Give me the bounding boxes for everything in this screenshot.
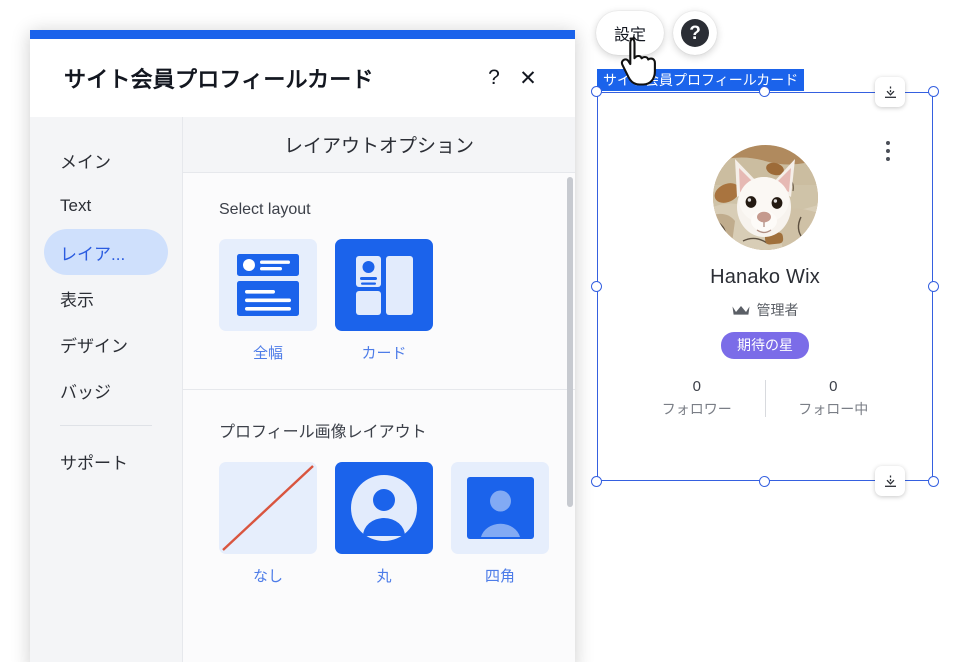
section-profile-image-layout: プロフィール画像レイアウト なし 丸 四角 — [183, 389, 575, 612]
resize-handle-top-right[interactable] — [928, 86, 939, 97]
sidebar-item-label: 表示 — [60, 290, 94, 310]
image-option-circle[interactable]: 丸 — [335, 462, 433, 586]
question-mark-icon: ? — [681, 19, 710, 47]
image-option-label: 四角 — [484, 568, 515, 585]
editor-canvas: 設定 ? サイト会員プロフィールカード Hanako Wix 管理者 期待の星 … — [575, 0, 966, 662]
profile-name: Hanako Wix — [710, 266, 820, 288]
sidebar-item-layout[interactable]: レイア... — [44, 229, 168, 275]
profile-stats: 0 フォロワー 0 フォロー中 — [629, 378, 901, 419]
settings-button[interactable]: 設定 — [596, 11, 665, 55]
dialog-accent-bar — [30, 30, 575, 39]
stat-following-value: 0 — [829, 377, 838, 395]
status-badge: 期待の星 — [721, 332, 809, 359]
selection-label: サイト会員プロフィールカード — [597, 69, 805, 91]
sidebar-item-display[interactable]: 表示 — [44, 275, 168, 321]
layout-options: 全幅 カード — [183, 239, 575, 389]
content-scrollbar[interactable] — [567, 177, 573, 507]
full-width-layout-thumb — [219, 239, 317, 331]
page-title: サイト会員プロフィールカード — [64, 67, 374, 92]
resize-handle-bottom-left[interactable] — [591, 476, 602, 487]
section-title: プロフィール画像レイアウト — [219, 424, 427, 441]
card-layout-thumb — [335, 239, 433, 331]
sidebar-item-badge[interactable]: バッジ — [44, 367, 168, 413]
dialog-body: メイン Text レイア... 表示 デザイン バッジ サポート レイアウトオプ… — [30, 117, 575, 662]
resize-handle-middle-right[interactable] — [928, 280, 939, 292]
layout-option-label: カード — [361, 345, 407, 362]
stat-followers-value: 0 — [692, 377, 701, 395]
sidebar-item-design[interactable]: デザイン — [44, 321, 168, 367]
dialog-content: レイアウトオプション Select layout 全幅 カード プロフィール画像… — [182, 117, 575, 662]
settings-dialog: サイト会員プロフィールカード ? ✕ メイン Text レイア... 表示 デザ… — [30, 30, 575, 662]
kebab-menu-icon[interactable] — [886, 141, 890, 161]
sidebar-item-label: サポート — [60, 453, 128, 473]
sidebar-item-text[interactable]: Text — [44, 183, 168, 229]
stat-following[interactable]: 0 フォロー中 — [766, 378, 902, 419]
image-option-none[interactable]: なし — [219, 462, 317, 586]
profile-image-options: なし 丸 四角 — [183, 462, 575, 612]
resize-handle-middle-left[interactable] — [591, 280, 602, 292]
sidebar-item-label: バッジ — [60, 382, 111, 402]
crown-icon — [732, 305, 749, 315]
stretch-to-width-bottom-button[interactable] — [875, 466, 905, 496]
sidebar-item-label: メイン — [60, 152, 111, 172]
layout-option-card[interactable]: カード — [335, 239, 433, 363]
element-toolbar: 設定 ? — [596, 11, 718, 55]
dialog-help-button[interactable]: ? — [477, 61, 511, 95]
square-image-thumb — [451, 462, 549, 554]
selected-element-wrapper[interactable]: サイト会員プロフィールカード Hanako Wix 管理者 期待の星 0 フォロ… — [591, 69, 939, 496]
help-button[interactable]: ? — [673, 11, 718, 55]
stretch-to-width-icon — [884, 86, 896, 98]
image-option-label: 丸 — [376, 568, 392, 585]
circle-image-thumb — [335, 462, 433, 554]
avatar — [712, 145, 818, 250]
stat-following-label: フォロー中 — [798, 400, 869, 417]
resize-handle-bottom-center[interactable] — [759, 476, 770, 487]
layout-option-label: 全幅 — [252, 345, 283, 362]
content-title: レイアウトオプション — [183, 117, 575, 173]
resize-handle-bottom-right[interactable] — [928, 476, 939, 487]
profile-role-label: 管理者 — [756, 302, 799, 318]
no-image-thumb — [219, 462, 317, 554]
sidebar-item-label: デザイン — [60, 336, 128, 356]
stretch-to-width-icon — [884, 475, 896, 487]
sidebar-item-label: Text — [60, 196, 92, 215]
close-icon[interactable]: ✕ — [511, 61, 545, 95]
sidebar-item-main[interactable]: メイン — [44, 137, 168, 183]
image-option-label: なし — [252, 568, 283, 585]
image-option-square[interactable]: 四角 — [451, 462, 549, 586]
layout-option-fullwidth[interactable]: 全幅 — [219, 239, 317, 363]
resize-handle-top-left[interactable] — [591, 86, 602, 97]
stat-followers-label: フォロワー — [661, 400, 732, 417]
screen-root: 設定 ? サイト会員プロフィールカード Hanako Wix 管理者 期待の星 … — [0, 0, 966, 662]
resize-handle-top-center[interactable] — [759, 86, 770, 97]
section-select-layout: Select layout 全幅 カード — [183, 173, 575, 389]
sidebar-item-support[interactable]: サポート — [44, 438, 168, 484]
stat-followers[interactable]: 0 フォロワー — [629, 378, 765, 419]
section-title: Select layout — [219, 201, 311, 218]
profile-role: 管理者 — [732, 300, 799, 320]
sidebar-divider — [60, 425, 152, 426]
dialog-header: サイト会員プロフィールカード ? ✕ — [30, 39, 575, 117]
dialog-sidebar: メイン Text レイア... 表示 デザイン バッジ サポート — [30, 117, 182, 662]
profile-card: Hanako Wix 管理者 期待の星 0 フォロワー 0 フォロー中 — [598, 93, 932, 480]
stretch-to-width-top-button[interactable] — [875, 77, 905, 107]
sidebar-item-label: レイア... — [60, 244, 126, 264]
